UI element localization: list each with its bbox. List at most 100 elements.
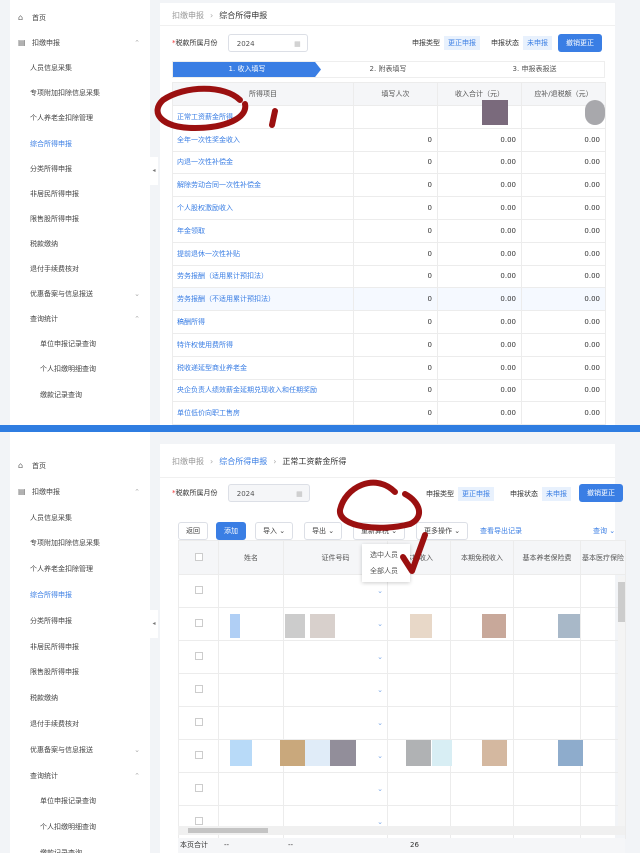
income-item-link[interactable]: 年金领取 bbox=[172, 218, 354, 243]
chevron-up-icon[interactable]: ⌃ bbox=[134, 33, 140, 53]
export-button[interactable]: 导出 ⌄ bbox=[304, 522, 343, 540]
redacted-block bbox=[305, 740, 330, 766]
sidebar-item[interactable]: 人员信息采集 bbox=[10, 508, 150, 528]
menu-item-all-people[interactable]: 全部人员 bbox=[362, 563, 410, 579]
row-checkbox[interactable] bbox=[194, 652, 203, 660]
chevron-down-icon[interactable]: ⌄ bbox=[377, 785, 383, 793]
menu-item-selected-people[interactable]: 选中人员 bbox=[362, 547, 410, 563]
sidebar-item[interactable]: 缴款记录查询 bbox=[10, 843, 150, 853]
horizontal-scrollbar[interactable] bbox=[178, 826, 625, 835]
step-income-entry[interactable]: 1. 收入填写 bbox=[173, 62, 321, 77]
add-button[interactable]: 添加 bbox=[216, 522, 246, 540]
sidebar-item[interactable]: 人员信息采集 bbox=[10, 58, 150, 78]
sidebar-item[interactable]: 非居民所得申报 bbox=[10, 184, 150, 204]
row-checkbox[interactable] bbox=[194, 784, 203, 792]
sidebar-item[interactable]: 税款缴纳 bbox=[10, 234, 150, 254]
breadcrumb-item[interactable]: 扣缴申报 bbox=[172, 457, 204, 466]
sidebar-item[interactable]: 查询统计 ⌃ bbox=[10, 309, 150, 329]
cancel-correction-button[interactable]: 撤销更正 bbox=[558, 34, 602, 52]
vertical-scrollbar[interactable] bbox=[618, 576, 625, 826]
chevron-down-icon[interactable]: ⌄ bbox=[134, 740, 140, 760]
chevron-down-icon[interactable]: ⌄ bbox=[377, 686, 383, 694]
sidebar-item[interactable]: 税款缴纳 bbox=[10, 688, 150, 708]
step-attachment[interactable]: 2. 附表填写 bbox=[323, 62, 453, 77]
sidebar-item[interactable]: 优惠备案与信息报送 ⌄ bbox=[10, 740, 150, 760]
income-item-link[interactable]: 正常工资薪金所得 bbox=[172, 105, 354, 129]
sidebar-item[interactable]: 单位申报记录查询 bbox=[10, 334, 150, 354]
chevron-up-icon[interactable]: ⌃ bbox=[134, 309, 140, 329]
sidebar-item[interactable]: 分类所得申报 bbox=[10, 159, 150, 179]
sidebar-item[interactable]: 个人养老金扣除管理 bbox=[10, 108, 150, 128]
row-checkbox[interactable] bbox=[194, 586, 203, 594]
row-checkbox[interactable] bbox=[194, 817, 203, 825]
collapse-sidebar-button[interactable]: ◂ bbox=[150, 610, 158, 638]
income-item-link[interactable]: 稿酬所得 bbox=[172, 310, 354, 334]
sidebar-item[interactable]: 专项附加扣除信息采集 bbox=[10, 533, 150, 553]
income-item-link[interactable]: 特许权使用费所得 bbox=[172, 332, 354, 357]
income-item-link[interactable]: 劳务报酬（适用累计预扣法） bbox=[172, 264, 354, 289]
sidebar-item[interactable]: 退付手续费核对 bbox=[10, 714, 150, 734]
step-submit[interactable]: 3. 申报表报送 bbox=[463, 62, 606, 77]
export-log-link[interactable]: 查看导出记录 bbox=[480, 522, 522, 540]
sidebar-item[interactable]: 个人扣缴明细查询 bbox=[10, 359, 150, 379]
chevron-up-icon[interactable]: ⌃ bbox=[134, 482, 140, 502]
tax-month-input[interactable]: 2024 ▦ bbox=[227, 34, 308, 52]
sidebar-item[interactable]: 分类所得申报 bbox=[10, 611, 150, 631]
breadcrumb-item[interactable]: 综合所得申报 bbox=[219, 457, 267, 466]
cancel-correction-button[interactable]: 撤销更正 bbox=[579, 484, 623, 502]
row-checkbox[interactable] bbox=[194, 751, 203, 759]
report-status-tag: 未申报 bbox=[542, 487, 571, 501]
import-button[interactable]: 导入 ⌄ bbox=[255, 522, 294, 540]
row-checkbox[interactable] bbox=[194, 619, 203, 627]
sidebar-item[interactable]: ▤ 扣缴申报 ⌃ bbox=[10, 482, 150, 502]
income-item-link[interactable]: 单位低价向职工售房 bbox=[172, 401, 354, 425]
sidebar-item[interactable]: 非居民所得申报 bbox=[10, 637, 150, 657]
chevron-down-icon[interactable]: ⌄ bbox=[377, 719, 383, 727]
sidebar-item[interactable]: 限售股所得申报 bbox=[10, 209, 150, 229]
income-item-link[interactable]: 全年一次性奖金收入 bbox=[172, 127, 354, 152]
back-button[interactable]: 返回 bbox=[178, 522, 208, 540]
income-item-link[interactable]: 提前退休一次性补贴 bbox=[172, 241, 354, 266]
sidebar-item-label: 优惠备案与信息报送 bbox=[30, 745, 93, 754]
row-checkbox[interactable] bbox=[194, 718, 203, 726]
sidebar-item[interactable]: 综合所得申报 bbox=[10, 134, 150, 154]
table-cell: 0.00 bbox=[521, 287, 606, 312]
sidebar-item[interactable]: 限售股所得申报 bbox=[10, 662, 150, 682]
income-item-link[interactable]: 税收递延型商业养老金 bbox=[172, 355, 354, 380]
breadcrumb-item[interactable]: 扣缴申报 bbox=[172, 11, 204, 20]
chevron-down-icon[interactable]: ⌄ bbox=[377, 818, 383, 826]
sidebar-item[interactable]: 专项附加扣除信息采集 bbox=[10, 83, 150, 103]
recalculate-tax-button[interactable]: 重新算税 ⌄ bbox=[353, 522, 406, 540]
row-checkbox[interactable] bbox=[194, 685, 203, 693]
sidebar-item[interactable]: ⌂ 首页 bbox=[10, 8, 150, 28]
income-item-link[interactable]: 劳务报酬（不适用累计预扣法） bbox=[172, 287, 354, 312]
select-all-checkbox[interactable] bbox=[194, 552, 203, 561]
more-actions-button[interactable]: 更多操作 ⌄ bbox=[416, 522, 469, 540]
sidebar-item[interactable]: ⌂ 首页 bbox=[10, 456, 150, 476]
sidebar-item[interactable]: 缴款记录查询 bbox=[10, 385, 150, 405]
chevron-down-icon[interactable]: ⌄ bbox=[377, 587, 383, 595]
chevron-down-icon[interactable]: ⌄ bbox=[377, 620, 383, 628]
sidebar-item[interactable]: 优惠备案与信息报送 ⌄ bbox=[10, 284, 150, 304]
query-toggle[interactable]: 查询 ⌄ bbox=[593, 522, 615, 540]
chevron-down-icon[interactable]: ⌄ bbox=[377, 752, 383, 760]
tax-month-label: 税款所属月份 bbox=[175, 39, 218, 47]
table-row: ⌄ bbox=[178, 706, 626, 740]
tax-month-field: *税款所属月份 2024 ▦ bbox=[172, 34, 308, 52]
chevron-up-icon[interactable]: ⌃ bbox=[134, 766, 140, 786]
chevron-down-icon[interactable]: ⌄ bbox=[134, 284, 140, 304]
sidebar-item-label: 单位申报记录查询 bbox=[40, 797, 96, 806]
sidebar-item[interactable]: ▤ 扣缴申报 ⌃ bbox=[10, 33, 150, 53]
income-item-link[interactable]: 解除劳动合同一次性补偿金 bbox=[172, 173, 354, 198]
collapse-sidebar-button[interactable]: ◂ bbox=[150, 157, 158, 185]
sidebar-item[interactable]: 综合所得申报 bbox=[10, 585, 150, 605]
income-item-link[interactable]: 内退一次性补偿金 bbox=[172, 150, 354, 175]
sidebar-item[interactable]: 个人扣缴明细查询 bbox=[10, 817, 150, 837]
sidebar-item[interactable]: 退付手续费核对 bbox=[10, 259, 150, 279]
chevron-down-icon[interactable]: ⌄ bbox=[377, 653, 383, 661]
sidebar-item[interactable]: 查询统计 ⌃ bbox=[10, 766, 150, 786]
sidebar-item[interactable]: 单位申报记录查询 bbox=[10, 791, 150, 811]
income-item-link[interactable]: 央企负责人绩效薪金延期兑现收入和任期奖励 bbox=[172, 378, 354, 403]
sidebar-item[interactable]: 个人养老金扣除管理 bbox=[10, 559, 150, 579]
income-item-link[interactable]: 个人股权激励收入 bbox=[172, 196, 354, 220]
